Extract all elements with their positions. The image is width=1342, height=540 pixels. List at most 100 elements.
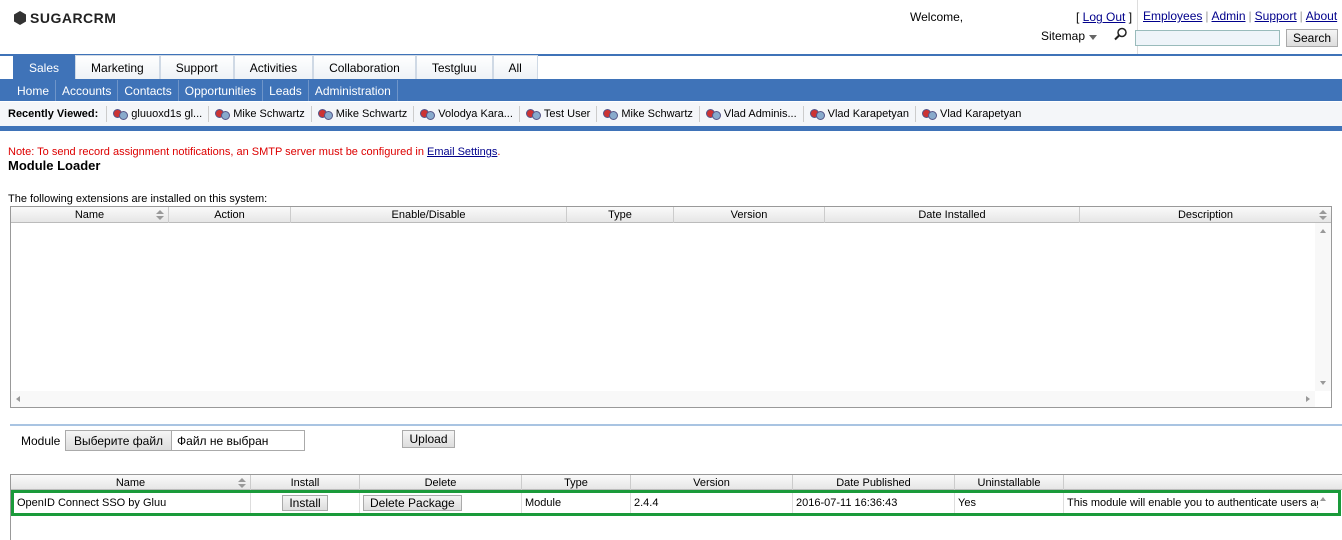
col-action[interactable]: Action — [169, 207, 291, 223]
recent-item-label: Mike Schwartz — [233, 108, 305, 120]
contact-icon — [113, 108, 129, 120]
top-links: Employees | Admin | Support | About — [1143, 9, 1338, 23]
tab-testgluu[interactable]: Testgluu — [415, 55, 493, 79]
col-description[interactable]: Description — [1080, 207, 1331, 223]
contact-icon — [809, 108, 825, 120]
chevron-down-icon — [1089, 35, 1098, 40]
tab-sales[interactable]: Sales — [13, 55, 76, 79]
col-date-installed[interactable]: Date Installed — [825, 207, 1080, 223]
cube-icon — [14, 11, 26, 25]
search-icon[interactable] — [1114, 27, 1128, 41]
recent-item-label: Mike Schwartz — [335, 108, 408, 120]
col-name[interactable]: Name — [11, 475, 251, 490]
recent-item[interactable]: Mike Schwartz — [208, 106, 311, 122]
recent-item[interactable]: Volodya Kara... — [413, 106, 519, 122]
search-button[interactable]: Search — [1286, 29, 1338, 47]
arrow-up-icon[interactable] — [1320, 229, 1326, 233]
module-label: Module — [21, 434, 61, 448]
subtab-accounts[interactable]: Accounts — [56, 80, 119, 101]
tab-marketing[interactable]: Marketing — [75, 55, 160, 79]
horizontal-scrollbar[interactable] — [11, 391, 1315, 407]
recent-item[interactable]: Vlad Karapetyan — [802, 106, 915, 122]
choose-file-button[interactable]: Выберите файл — [66, 431, 173, 450]
recent-item-label: gluuoxd1s gl... — [131, 108, 203, 120]
recent-item-label: Vlad Adminis... — [723, 108, 797, 120]
vertical-scrollbar[interactable] — [1315, 223, 1331, 391]
recent-item-label: Vlad Karapetyan — [827, 108, 909, 120]
contact-icon — [317, 108, 333, 120]
sugarcrm-logo[interactable]: SUGARCRM — [14, 8, 116, 28]
recent-item[interactable]: gluuoxd1s gl... — [106, 106, 208, 122]
recent-item-label: Volodya Kara... — [438, 108, 513, 120]
col-install[interactable]: Install — [251, 475, 360, 490]
recent-item[interactable]: Mike Schwartz — [310, 106, 414, 122]
contact-icon — [603, 108, 619, 120]
sort-icon[interactable] — [1319, 210, 1327, 220]
col-type[interactable]: Type — [522, 475, 631, 490]
email-settings-link[interactable]: Email Settings — [427, 146, 497, 158]
delete-cell: Delete Package — [360, 493, 522, 513]
col-label: Name — [74, 209, 105, 221]
content-divider — [0, 126, 1342, 131]
recent-item[interactable]: Vlad Karapetyan — [915, 106, 1027, 122]
file-input[interactable]: Выберите файл Файл не выбран — [65, 430, 305, 451]
col-version[interactable]: Version — [631, 475, 793, 490]
logout-link[interactable]: Log Out — [1083, 10, 1126, 24]
tab-activities[interactable]: Activities — [233, 55, 314, 79]
arrow-right-icon[interactable] — [1306, 396, 1310, 402]
col-delete[interactable]: Delete — [360, 475, 522, 490]
col-uninstallable[interactable]: Uninstallable — [955, 475, 1064, 490]
installed-extensions-table: Name Action Enable/Disable Type Version … — [10, 206, 1332, 408]
tab-collaboration[interactable]: Collaboration — [313, 55, 416, 79]
contact-icon — [922, 108, 937, 120]
col-name[interactable]: Name — [11, 207, 169, 223]
col-enable[interactable]: Enable/Disable — [291, 207, 567, 223]
about-link[interactable]: About — [1306, 9, 1337, 23]
package-row-highlight: OpenID Connect SSO by Gluu Install Delet… — [11, 490, 1341, 516]
col-version[interactable]: Version — [674, 207, 825, 223]
vertical-scrollbar[interactable] — [1318, 493, 1330, 513]
recent-item[interactable]: Test User — [518, 106, 596, 122]
search-input[interactable] — [1135, 30, 1280, 46]
tab-all[interactable]: All — [492, 55, 538, 79]
subtab-opportunities[interactable]: Opportunities — [179, 80, 264, 101]
package-type: Module — [522, 493, 631, 513]
tab-support[interactable]: Support — [159, 55, 234, 79]
employees-link[interactable]: Employees — [1143, 9, 1202, 23]
page-title: Module Loader — [8, 158, 101, 173]
installed-caption: The following extensions are installed o… — [8, 193, 268, 205]
sort-icon[interactable] — [238, 478, 246, 488]
arrow-down-icon[interactable] — [1320, 381, 1326, 385]
delete-package-button[interactable]: Delete Package — [363, 495, 462, 511]
contact-icon — [215, 108, 231, 120]
subtab-home[interactable]: Home — [11, 80, 57, 101]
col-date-published[interactable]: Date Published — [793, 475, 955, 490]
contact-icon — [525, 108, 541, 120]
package-date: 2016-07-11 16:36:43 — [793, 493, 955, 513]
sort-icon[interactable] — [156, 210, 164, 220]
subtab-leads[interactable]: Leads — [263, 80, 309, 101]
admin-link[interactable]: Admin — [1212, 9, 1246, 23]
sub-tabs: Home Accounts Contacts Opportunities Lea… — [11, 80, 398, 101]
table-header: Name Install Delete Type Version Date Pu… — [11, 475, 1342, 490]
welcome-text: Welcome, — [910, 10, 964, 24]
note-end: . — [497, 146, 501, 158]
arrow-up-icon[interactable] — [1320, 497, 1326, 501]
recent-item[interactable]: Vlad Adminis... — [698, 106, 803, 122]
support-link[interactable]: Support — [1255, 9, 1297, 23]
install-button[interactable]: Install — [282, 495, 328, 511]
recently-viewed-bar: Recently Viewed: gluuoxd1s gl... Mike Sc… — [0, 102, 1342, 126]
subtab-contacts[interactable]: Contacts — [118, 80, 179, 101]
install-cell: Install — [251, 493, 360, 513]
upload-button[interactable]: Upload — [402, 430, 455, 448]
col-description[interactable] — [1064, 475, 1341, 490]
recent-item[interactable]: Mike Schwartz — [596, 106, 699, 122]
col-type[interactable]: Type — [567, 207, 674, 223]
col-label: Description — [1177, 209, 1234, 221]
package-version: 2.4.4 — [631, 493, 793, 513]
subtab-administration[interactable]: Administration — [309, 80, 398, 101]
sitemap-dropdown[interactable]: Sitemap — [1041, 29, 1098, 43]
arrow-left-icon[interactable] — [16, 396, 20, 402]
upload-separator — [10, 424, 1342, 426]
file-status: Файл не выбран — [177, 433, 269, 448]
